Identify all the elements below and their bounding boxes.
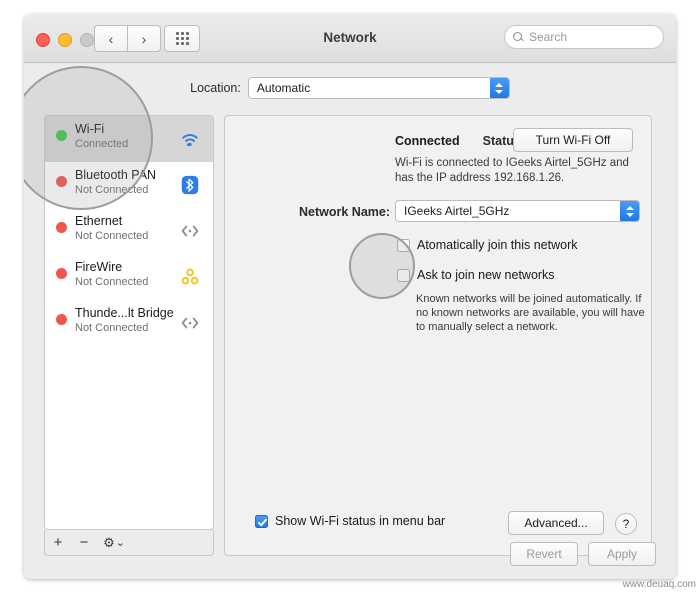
sidebar-item-ethernet[interactable]: Ethernet Not Connected (45, 208, 213, 254)
firewire-icon (181, 268, 199, 285)
bluetooth-icon (181, 175, 199, 195)
location-row: Location: Automatic (24, 77, 676, 99)
system-preferences-window: ‹ › Network Search Location: Automatic W… (24, 14, 676, 579)
window-titlebar: ‹ › Network Search (24, 14, 676, 63)
ethernet-icon (181, 317, 199, 329)
add-service-button[interactable]: + (45, 531, 71, 555)
sidebar-item-thunderbolt-bridge[interactable]: Thunde...lt Bridge Not Connected (45, 300, 213, 346)
auto-join-checkbox[interactable] (397, 238, 410, 252)
status-led-green (56, 130, 67, 141)
network-service-list[interactable]: Wi-Fi Connected Bluetooth PAN Not Connec… (44, 115, 214, 530)
apply-button[interactable]: Apply (588, 542, 656, 566)
chevron-updown-icon (489, 78, 509, 98)
status-led-red (56, 268, 67, 279)
ask-join-checkbox[interactable] (397, 268, 410, 282)
location-value: Automatic (256, 81, 311, 95)
wifi-icon (182, 134, 198, 147)
status-led-red (56, 222, 67, 233)
network-name-select[interactable]: IGeeks Airtel_5GHz (395, 200, 640, 222)
remove-service-button[interactable]: − (71, 531, 97, 555)
chevron-updown-icon (620, 201, 639, 221)
ask-join-note-line1: Known networks will be joined automatica… (416, 293, 642, 305)
auto-join-label: Atomatically join this network (417, 238, 578, 252)
location-label: Location: (190, 81, 241, 95)
service-list-toolbar: + − ⚙ ⌄ (44, 530, 214, 556)
sidebar-item-wifi[interactable]: Wi-Fi Connected (45, 116, 213, 162)
search-icon (513, 31, 524, 43)
sidebar-item-firewire[interactable]: FireWire Not Connected (45, 254, 213, 300)
network-name-label: Network Name: (299, 205, 390, 219)
service-actions-button[interactable]: ⚙ ⌄ (97, 531, 131, 555)
network-name-value: IGeeks Airtel_5GHz (404, 204, 510, 218)
chevron-down-icon: ⌄ (115, 537, 125, 549)
watermark: www.deuaq.com (622, 579, 696, 590)
show-wifi-status-label: Show Wi-Fi status in menu bar (275, 514, 446, 528)
location-select[interactable]: Automatic (247, 77, 510, 99)
show-status-checkbox-row[interactable]: Show Wi-Fi status in menu bar (255, 514, 445, 528)
auto-join-checkbox-row[interactable]: Atomatically join this network (397, 238, 577, 252)
ask-join-note-line2: no known networks are available, you wil… (416, 307, 645, 319)
turn-wifi-off-button[interactable]: Turn Wi-Fi Off (513, 128, 633, 152)
search-input[interactable]: Search (504, 25, 664, 49)
show-wifi-status-checkbox[interactable] (255, 514, 268, 528)
sidebar-item-bluetooth-pan[interactable]: Bluetooth PAN Not Connected (45, 162, 213, 208)
ask-join-checkbox-row[interactable]: Ask to join new networks (397, 268, 555, 282)
status-description-line2: has the IP address 192.168.1.26. (395, 172, 565, 184)
ethernet-icon (181, 225, 199, 237)
status-description-line1: Wi-Fi is connected to IGeeks Airtel_5GHz… (395, 157, 629, 169)
wifi-detail-panel: Status: Connected Turn Wi-Fi Off Wi-Fi i… (224, 115, 652, 556)
window-footer-buttons: Revert Apply (510, 542, 656, 566)
search-placeholder: Search (529, 30, 568, 44)
status-led-red (56, 314, 67, 325)
status-value: Connected (395, 134, 460, 148)
window-content: Location: Automatic Wi-Fi Connected Blue… (24, 63, 676, 579)
help-button[interactable]: ? (615, 513, 637, 535)
advanced-button[interactable]: Advanced... (508, 511, 604, 535)
ask-join-label: Ask to join new networks (417, 268, 555, 282)
status-led-red (56, 176, 67, 187)
revert-button[interactable]: Revert (510, 542, 578, 566)
gear-icon: ⚙ (103, 534, 115, 550)
ask-join-note-line3: to manually select a network. (416, 321, 558, 333)
